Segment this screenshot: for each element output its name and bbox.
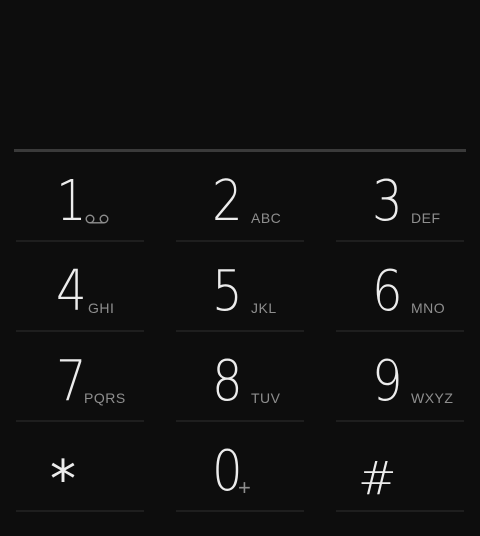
key-digit: 4 [56,259,87,324]
star-icon: * [50,450,76,510]
dialpad-key-hash[interactable]: # [320,422,480,512]
voicemail-icon [85,214,109,224]
hash-icon: # [358,451,397,505]
dialpad-key-5[interactable]: 5 JKL [160,242,320,332]
dialpad-key-0[interactable]: 0 + [160,422,320,512]
key-digit: 9 [372,349,403,414]
key-divider [16,510,144,512]
dialpad-key-7[interactable]: 7 PQRS [0,332,160,422]
key-letters: ABC [251,210,282,226]
key-letters: DEF [411,210,441,226]
dialpad-key-star[interactable]: * [0,422,160,512]
dialpad-key-1[interactable]: 1 [0,152,160,242]
dialpad-key-2[interactable]: 2 ABC [160,152,320,242]
key-letters: TUV [251,390,281,406]
digits-display [0,0,480,150]
key-digit: 1 [56,169,87,234]
key-letters: GHI [88,300,115,316]
key-digit: 8 [212,349,243,414]
dialpad: 1 2 ABC 3 DEF 4 GHI 5 JKL 6 MNO 7 PQRS 8… [0,152,480,536]
key-letters: MNO [411,300,446,316]
phone-number-field[interactable] [14,0,466,148]
dialpad-key-9[interactable]: 9 WXYZ [320,332,480,422]
key-digit: 6 [372,259,403,324]
key-divider [336,510,464,512]
key-digit: 5 [212,259,243,324]
key-digit: 7 [56,349,87,414]
dialpad-key-3[interactable]: 3 DEF [320,152,480,242]
key-letters: WXYZ [411,390,454,406]
key-digit: 3 [372,169,403,234]
plus-icon: + [238,475,251,500]
key-digit: 0 [212,439,243,504]
dialpad-key-4[interactable]: 4 GHI [0,242,160,332]
key-divider [176,510,304,512]
dialpad-key-6[interactable]: 6 MNO [320,242,480,332]
dialpad-key-8[interactable]: 8 TUV [160,332,320,422]
key-letters: PQRS [84,390,126,406]
key-letters: JKL [251,300,277,316]
dialer-screen: 1 2 ABC 3 DEF 4 GHI 5 JKL 6 MNO 7 PQRS 8… [0,0,480,536]
key-digit: 2 [212,169,243,234]
